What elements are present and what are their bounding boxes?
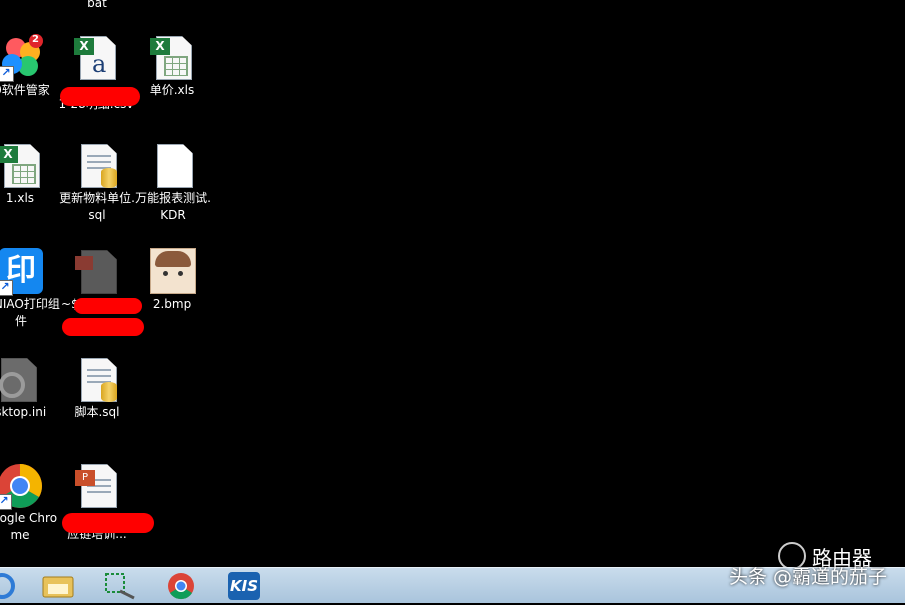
redaction-mark [62, 318, 144, 336]
icon-label: 0软件管家 [0, 83, 50, 97]
kis-taskbar-button[interactable]: KIS [226, 571, 262, 601]
watermark-text: 头条 @霸道的茄子 [728, 566, 887, 588]
icon-label: AINIAO打印组件 [0, 297, 60, 328]
desktop-icon-desktop-ini[interactable]: esktop.ini [0, 356, 57, 421]
desktop-icon-software-manager[interactable]: 2 ↗ 0软件管家 [0, 34, 62, 99]
cainiao-print-icon: 印 ↗ [0, 248, 45, 296]
icon-label: 万能报表测试.KDR [135, 191, 211, 222]
sql-file-icon [73, 356, 121, 404]
icon-label: 2.bmp [152, 297, 192, 311]
ie-taskbar-button[interactable] [0, 571, 18, 601]
chrome-icon: ↗ [0, 462, 44, 510]
excel-file-icon: X [148, 34, 196, 82]
notification-badge: 2 [32, 34, 39, 45]
shortcut-arrow-icon: ↗ [0, 494, 12, 510]
desktop-icon-chrome[interactable]: ↗ Google Chrome [0, 462, 60, 544]
desktop-icon-kdr[interactable]: 万能报表测试.KDR [133, 142, 213, 224]
kis-icon: KIS [228, 572, 260, 600]
software-manager-icon: 2 ↗ [0, 34, 46, 82]
icon-label: 1.xls [5, 191, 35, 205]
desktop-icon-bat[interactable]: bat [57, 0, 137, 12]
desktop-icon-cainiao[interactable]: 印 ↗ AINIAO打印组件 [0, 248, 61, 330]
temp-doc-icon [73, 248, 121, 296]
sql-file-icon [73, 142, 121, 190]
desktop-icon-bmp[interactable]: 2.bmp [132, 248, 212, 313]
shortcut-arrow-icon: ↗ [0, 280, 13, 296]
desktop-icon-update-sql[interactable]: 更新物料单位.sql [57, 142, 137, 224]
icon-label: bat [87, 0, 107, 10]
desktop-icon-one-xls[interactable]: X 1.xls [0, 142, 60, 207]
shortcut-arrow-icon: ↗ [0, 66, 14, 82]
icon-label: esktop.ini [0, 405, 47, 419]
redaction-mark [74, 298, 142, 314]
settings-file-icon [0, 356, 41, 404]
excel-file-icon: X [0, 142, 44, 190]
icon-label: Google Chrome [0, 511, 58, 542]
redaction-mark [62, 513, 154, 533]
tools-taskbar-button[interactable] [102, 571, 138, 601]
blank-file-icon [149, 142, 197, 190]
taskbar: KIS 头条 @霸道的茄子 [0, 566, 905, 603]
icon-label: 脚本.sql [74, 405, 120, 419]
chrome-taskbar-button[interactable] [163, 571, 199, 601]
icon-label: 单价.xls [149, 83, 195, 97]
desktop-icon-price-xls[interactable]: X 单价.xls [132, 34, 212, 99]
csv-file-icon: X a [72, 34, 120, 82]
desktop: bat 2 ↗ 0软件管家 X a 1-28明细.csv X 单价.xls [0, 0, 905, 570]
file-explorer-taskbar-button[interactable] [40, 571, 76, 601]
redaction-mark [60, 87, 140, 106]
image-thumbnail-icon [148, 248, 196, 296]
desktop-icon-script-sql[interactable]: 脚本.sql [57, 356, 137, 421]
ppt-file-icon: P [73, 462, 121, 510]
icon-label: 更新物料单位.sql [59, 191, 135, 222]
